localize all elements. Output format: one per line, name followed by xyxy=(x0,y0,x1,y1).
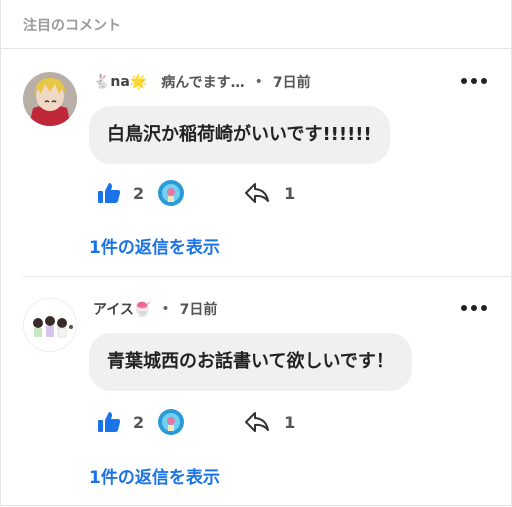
comment-text: 青葉城西のお話書いて欲しいです！ xyxy=(89,333,412,391)
more-options-icon[interactable] xyxy=(461,74,487,88)
show-replies-link[interactable]: 1件の返信を表示 xyxy=(89,463,220,488)
comments-panel: 注目のコメント 🐇na🌟 病んでます… • 7日前 白鳥沢か稲荷崎がいいです!!… xyxy=(0,0,512,506)
like-button[interactable]: 2 xyxy=(97,181,144,205)
reply-count: 1 xyxy=(284,183,296,203)
divider xyxy=(23,276,511,277)
comment-time: 7日前 xyxy=(179,302,218,318)
like-count: 2 xyxy=(133,412,145,432)
section-title: 注目のコメント xyxy=(23,18,121,34)
divider xyxy=(1,48,511,49)
avatar[interactable] xyxy=(23,298,77,352)
reply-arrow-icon xyxy=(245,183,270,203)
reply-button[interactable]: 1 xyxy=(244,411,295,433)
reactor-avatar[interactable] xyxy=(158,409,185,435)
reply-arrow-icon xyxy=(245,412,270,432)
author-name[interactable]: 🐇na🌟 xyxy=(93,74,147,90)
comment-meta: 🐇na🌟 病んでます… • 7日前 xyxy=(93,72,311,92)
like-button[interactable]: 2 xyxy=(97,410,144,434)
comment-text: 白鳥沢か稲荷崎がいいです!!!!!! xyxy=(89,106,390,164)
reply-count: 1 xyxy=(284,412,296,432)
meta-separator: • xyxy=(254,74,263,90)
comment-meta: アイス🍧 • 7日前 xyxy=(93,299,217,319)
meta-separator: • xyxy=(161,301,170,317)
reactor-avatar[interactable] xyxy=(158,180,185,206)
more-options-icon[interactable] xyxy=(461,301,487,315)
comment-actions: 2 1 xyxy=(97,180,295,206)
avatar[interactable] xyxy=(23,72,77,126)
comment-time: 7日前 xyxy=(272,75,311,91)
show-replies-link[interactable]: 1件の返信を表示 xyxy=(89,233,220,258)
thumbs-up-icon xyxy=(98,183,121,203)
thumbs-up-icon xyxy=(98,412,121,432)
comment-actions: 2 1 xyxy=(97,409,295,435)
reply-button[interactable]: 1 xyxy=(244,182,295,204)
author-status: 病んでます… xyxy=(161,75,245,91)
like-count: 2 xyxy=(133,183,145,203)
author-name[interactable]: アイス🍧 xyxy=(93,299,151,319)
